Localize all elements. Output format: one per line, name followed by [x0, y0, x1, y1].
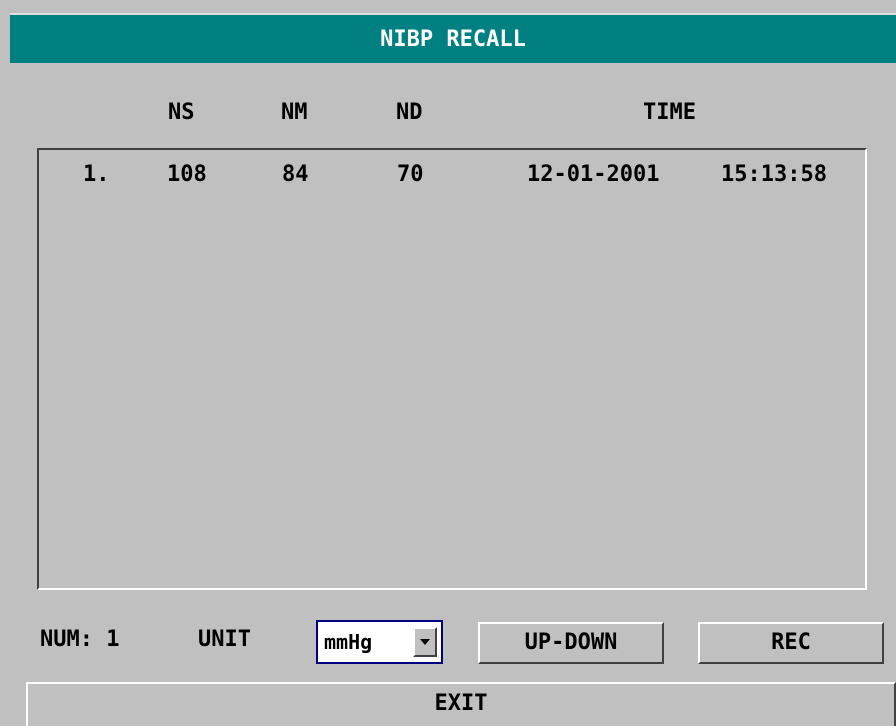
column-header-time: TIME [643, 100, 696, 125]
window-title: NIBP RECALL [10, 13, 896, 63]
exit-button[interactable]: EXIT [26, 682, 896, 726]
nibp-recall-window: NIBP RECALL NS NM ND TIME 1. 108 84 70 1… [0, 0, 896, 726]
record-count: NUM: 1 [40, 627, 120, 652]
record-time: 15:13:58 [721, 162, 827, 187]
record-nd: 70 [397, 162, 424, 187]
record-date: 12-01-2001 [527, 162, 660, 187]
unit-value: mmHg [324, 630, 373, 654]
up-down-button[interactable]: UP-DOWN [478, 622, 664, 664]
record-nm: 84 [282, 162, 309, 187]
chevron-down-icon[interactable] [413, 627, 437, 657]
column-header-nm: NM [281, 100, 308, 125]
rec-button[interactable]: REC [698, 622, 884, 664]
column-header-ns: NS [168, 100, 195, 125]
unit-label: UNIT [198, 627, 251, 652]
record-ns: 108 [167, 162, 207, 187]
record-index: 1. [83, 162, 110, 187]
records-list[interactable]: 1. 108 84 70 12-01-2001 15:13:58 [37, 148, 867, 590]
column-header-nd: ND [396, 100, 423, 125]
unit-select[interactable]: mmHg [316, 620, 443, 664]
